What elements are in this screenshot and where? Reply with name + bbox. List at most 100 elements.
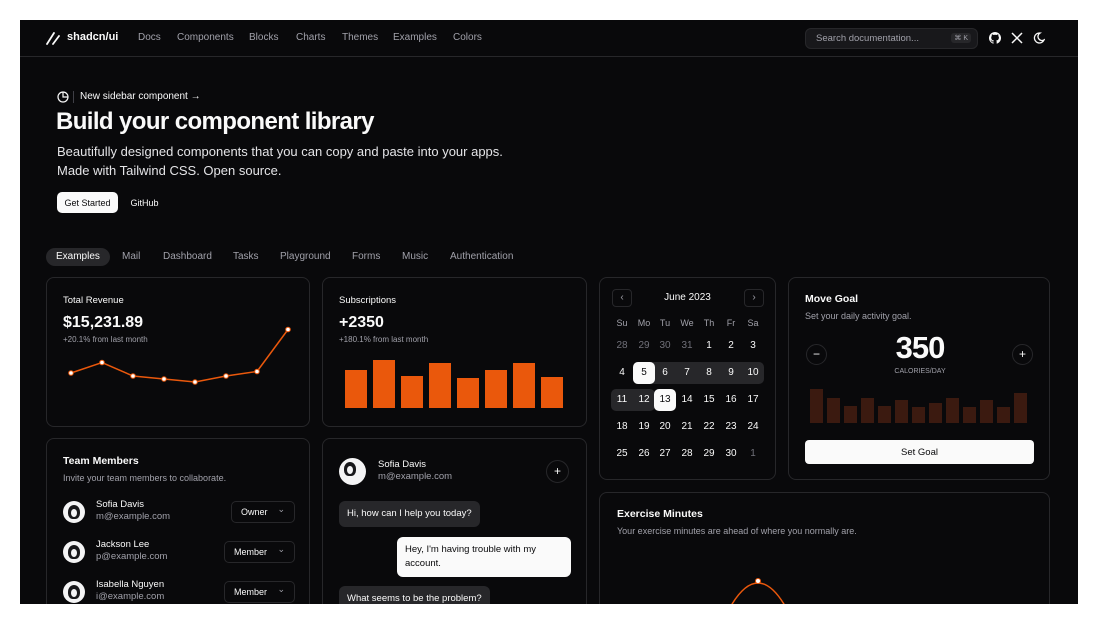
x-twitter-icon[interactable] [1011, 32, 1023, 44]
set-goal-button[interactable]: Set Goal [805, 440, 1034, 464]
role-value: Member [234, 587, 268, 597]
calendar-day[interactable]: 30 [654, 335, 676, 357]
calendar-day[interactable]: 28 [611, 335, 633, 357]
calendar-day[interactable]: 29 [698, 443, 720, 465]
announcement-text: New sidebar component [80, 91, 188, 102]
calendar-day[interactable]: 1 [698, 335, 720, 357]
calendar-day[interactable]: 15 [698, 389, 720, 411]
calendar-day[interactable]: 5 [633, 362, 655, 384]
announcement-link[interactable]: New sidebar component → [80, 91, 201, 102]
goal-bar [844, 406, 857, 423]
nav-charts[interactable]: Charts [296, 32, 325, 43]
nav-blocks[interactable]: Blocks [249, 32, 278, 43]
calendar-day[interactable]: 20 [654, 416, 676, 438]
chat-message: What seems to be the problem? [339, 586, 490, 604]
calendar-day[interactable]: 2 [720, 335, 742, 357]
calendar-day[interactable]: 8 [698, 362, 720, 384]
exercise-data-point [755, 578, 761, 584]
app-window: shadcn/ui Docs Components Blocks Charts … [20, 20, 1078, 604]
goal-bar [980, 400, 993, 423]
member-email: i@example.com [96, 591, 165, 602]
exercise-series-line [731, 582, 785, 604]
role-select[interactable]: Owner ⌄ [231, 501, 295, 523]
exercise-minutes-card: Exercise Minutes Your exercise minutes a… [599, 492, 1050, 604]
tab-playground[interactable]: Playground [280, 248, 331, 266]
tab-music[interactable]: Music [402, 248, 428, 266]
weekday-label: Fr [726, 318, 736, 328]
logo-icon [46, 32, 60, 45]
search-placeholder: Search documentation... [816, 33, 919, 44]
tab-forms[interactable]: Forms [352, 248, 380, 266]
nav-docs[interactable]: Docs [138, 32, 161, 43]
chat-message: Hi, how can I help you today? [339, 501, 480, 527]
calendar-day[interactable]: 18 [611, 416, 633, 438]
calendar-day[interactable]: 25 [611, 443, 633, 465]
tab-authentication[interactable]: Authentication [450, 248, 513, 266]
github-button[interactable]: GitHub [124, 192, 165, 213]
member-email: p@example.com [96, 551, 168, 562]
goal-bar [827, 398, 840, 423]
chat-card: Sofia Davis m@example.com + Hi, how can … [322, 438, 587, 604]
calendar-day[interactable]: 14 [676, 389, 698, 411]
search-shortcut: ⌘ K [951, 33, 971, 43]
goal-bar [810, 389, 823, 423]
revenue-data-point [161, 376, 167, 382]
calendar-day[interactable]: 22 [698, 416, 720, 438]
weekday-label: Sa [747, 318, 759, 328]
calendar-day[interactable]: 17 [742, 389, 764, 411]
tab-dashboard[interactable]: Dashboard [163, 248, 212, 266]
moon-icon[interactable] [1033, 32, 1045, 44]
calendar-day[interactable]: 23 [720, 416, 742, 438]
move-goal-card: Move Goal Set your daily activity goal. … [788, 277, 1050, 480]
nav-examples[interactable]: Examples [393, 32, 437, 43]
goal-bar [878, 406, 891, 423]
calendar-month: June 2023 [664, 292, 711, 303]
nav-themes[interactable]: Themes [342, 32, 378, 43]
goal-bar [946, 398, 959, 423]
calendar-day[interactable]: 28 [676, 443, 698, 465]
brand-name[interactable]: shadcn/ui [67, 31, 118, 43]
calendar-day[interactable]: 21 [676, 416, 698, 438]
search-input[interactable]: Search documentation... ⌘ K [805, 28, 978, 49]
subscriptions-bar [373, 360, 395, 408]
calendar-day[interactable]: 26 [633, 443, 655, 465]
tab-mail[interactable]: Mail [122, 248, 140, 266]
member-name: Sofia Davis [96, 499, 145, 510]
tab-tasks[interactable]: Tasks [233, 248, 259, 266]
calendar-day[interactable]: 30 [720, 443, 742, 465]
calendar-day[interactable]: 4 [611, 362, 633, 384]
subscriptions-bar [541, 377, 563, 408]
calendar-day[interactable]: 12 [633, 389, 655, 411]
chat-contact-email: m@example.com [378, 471, 453, 482]
calendar-day[interactable]: 9 [720, 362, 742, 384]
calendar-day[interactable]: 3 [742, 335, 764, 357]
nav-components[interactable]: Components [177, 32, 234, 43]
calendar-day[interactable]: 29 [633, 335, 655, 357]
calendar-day[interactable]: 13 [654, 389, 676, 411]
calendar-day[interactable]: 11 [611, 389, 633, 411]
revenue-card: Total Revenue $15,231.89 +20.1% from las… [46, 277, 310, 427]
calendar-day[interactable]: 10 [742, 362, 764, 384]
chevron-down-icon: ⌄ [277, 544, 285, 554]
get-started-button[interactable]: Get Started [57, 192, 118, 213]
new-message-button[interactable]: + [546, 460, 569, 483]
chat-message: Hey, I'm having trouble with my account. [397, 537, 571, 577]
role-select[interactable]: Member ⌄ [224, 581, 295, 603]
calendar-day[interactable]: 7 [676, 362, 698, 384]
role-select[interactable]: Member ⌄ [224, 541, 295, 563]
tab-examples[interactable]: Examples [46, 248, 110, 266]
nav-colors[interactable]: Colors [453, 32, 482, 43]
role-value: Member [234, 547, 268, 557]
calendar-day[interactable]: 27 [654, 443, 676, 465]
goal-bar [912, 407, 925, 423]
calendar-day[interactable]: 31 [676, 335, 698, 357]
weekday-label: Su [616, 318, 628, 328]
team-members-card: Team Members Invite your team members to… [46, 438, 310, 604]
top-navbar: shadcn/ui Docs Components Blocks Charts … [20, 20, 1078, 57]
calendar-day[interactable]: 19 [633, 416, 655, 438]
github-icon[interactable] [989, 32, 1001, 44]
calendar-day[interactable]: 1 [742, 443, 764, 465]
calendar-day[interactable]: 24 [742, 416, 764, 438]
calendar-day[interactable]: 6 [654, 362, 676, 384]
calendar-day[interactable]: 16 [720, 389, 742, 411]
